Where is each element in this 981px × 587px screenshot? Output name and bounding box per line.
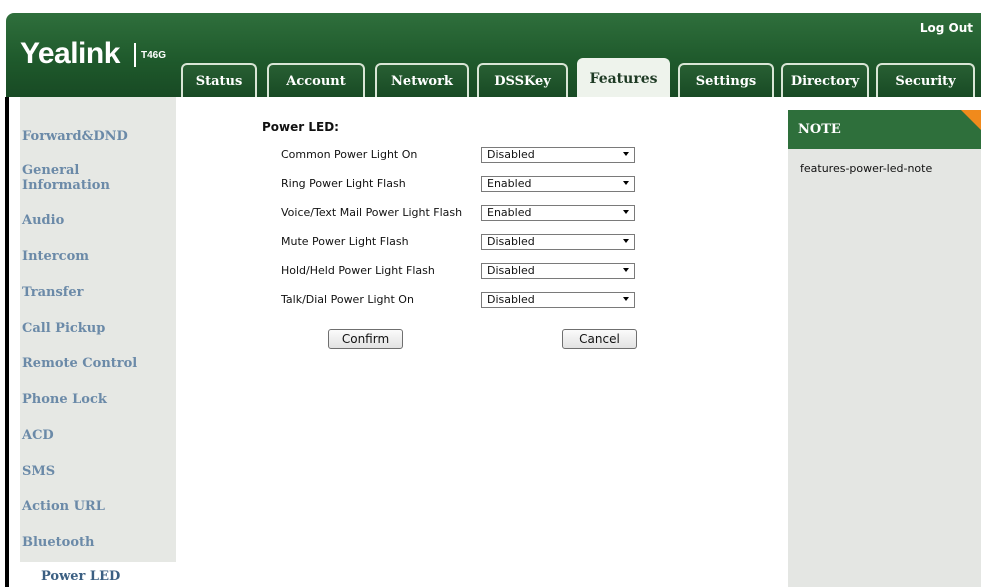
sidebar-item-power-led[interactable]: Power LED <box>20 562 176 587</box>
select-value: Enabled <box>487 206 532 219</box>
label-hold-held-power-light-flash: Hold/Held Power Light Flash <box>281 264 435 277</box>
sidebar-item-audio[interactable]: Audio <box>22 213 64 228</box>
sidebar-item-transfer[interactable]: Transfer <box>22 285 83 300</box>
sidebar-item-intercom[interactable]: Intercom <box>22 249 89 264</box>
label-common-power-light-on: Common Power Light On <box>281 148 418 161</box>
dropdown-arrow-icon <box>623 297 629 301</box>
sidebar-item-bluetooth[interactable]: Bluetooth <box>22 535 94 550</box>
dropdown-arrow-icon <box>623 152 629 156</box>
select-value: Disabled <box>487 235 535 248</box>
note-corner-icon <box>961 110 981 130</box>
label-mute-power-light-flash: Mute Power Light Flash <box>281 235 409 248</box>
section-title: Power LED: <box>262 120 339 134</box>
tab-settings[interactable]: Settings <box>678 63 774 97</box>
sidebar-item-phone-lock[interactable]: Phone Lock <box>22 392 107 407</box>
note-panel <box>788 110 981 587</box>
tab-status[interactable]: Status <box>181 63 257 97</box>
logout-link[interactable]: Log Out <box>920 21 973 35</box>
confirm-button[interactable]: Confirm <box>328 329 403 349</box>
brand-separator <box>134 43 136 67</box>
select-value: Disabled <box>487 264 535 277</box>
web-ui-frame: Yealink T46G Log Out Status Account Netw… <box>0 0 981 587</box>
sidebar-item-forward-dnd[interactable]: Forward&DND <box>22 129 128 144</box>
sidebar-item-remote-control[interactable]: Remote Control <box>22 356 137 371</box>
dropdown-arrow-icon <box>623 210 629 214</box>
label-ring-power-light-flash: Ring Power Light Flash <box>281 177 406 190</box>
select-value: Disabled <box>487 293 535 306</box>
note-text: features-power-led-note <box>800 162 933 175</box>
sidebar-item-general-information[interactable]: General Information <box>22 163 132 193</box>
tab-network[interactable]: Network <box>375 63 469 97</box>
dropdown-arrow-icon <box>623 181 629 185</box>
dropdown-arrow-icon <box>623 268 629 272</box>
sidebar-item-call-pickup[interactable]: Call Pickup <box>22 321 105 336</box>
cancel-button[interactable]: Cancel <box>562 329 637 349</box>
label-talk-dial-power-light-on: Talk/Dial Power Light On <box>281 293 414 306</box>
tab-directory[interactable]: Directory <box>781 63 869 97</box>
select-hold-held-power-light-flash[interactable]: Disabled <box>481 263 635 279</box>
left-border <box>5 97 9 587</box>
tab-features[interactable]: Features <box>577 58 670 98</box>
select-common-power-light-on[interactable]: Disabled <box>481 147 635 163</box>
sidebar-item-action-url[interactable]: Action URL <box>22 499 105 514</box>
brand-logo: Yealink <box>20 37 120 70</box>
select-value: Enabled <box>487 177 532 190</box>
select-voice-text-mail-power-light-flash[interactable]: Enabled <box>481 205 635 221</box>
select-value: Disabled <box>487 148 535 161</box>
tab-security[interactable]: Security <box>876 63 975 97</box>
label-voice-text-mail-power-light-flash: Voice/Text Mail Power Light Flash <box>281 206 463 219</box>
tab-dsskey[interactable]: DSSKey <box>477 63 568 97</box>
tab-account[interactable]: Account <box>267 63 365 97</box>
note-title: NOTE <box>788 110 981 149</box>
sidebar-item-sms[interactable]: SMS <box>22 464 55 479</box>
select-mute-power-light-flash[interactable]: Disabled <box>481 234 635 250</box>
select-talk-dial-power-light-on[interactable]: Disabled <box>481 292 635 308</box>
sidebar-item-acd[interactable]: ACD <box>22 428 54 443</box>
select-ring-power-light-flash[interactable]: Enabled <box>481 176 635 192</box>
dropdown-arrow-icon <box>623 239 629 243</box>
model-label: T46G <box>141 50 167 61</box>
